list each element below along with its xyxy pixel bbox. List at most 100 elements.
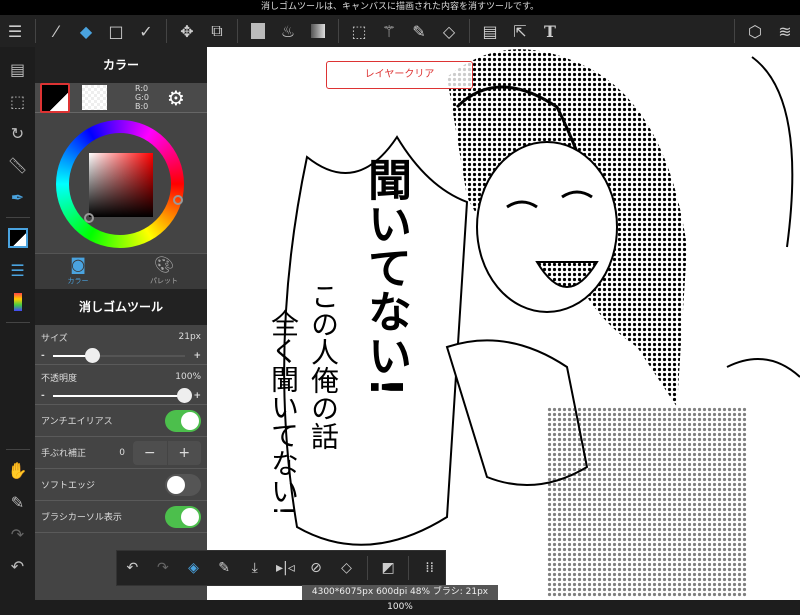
saturation-value-square[interactable] [89, 153, 153, 217]
stabilizer-stepper: − + [133, 440, 202, 465]
color-bar-icon[interactable] [0, 286, 35, 318]
eraser-icon[interactable]: ◆ [71, 15, 101, 47]
text-icon[interactable]: T [535, 15, 565, 47]
layers-icon[interactable]: ≋ [770, 15, 800, 47]
r-value: R:0 [135, 84, 149, 93]
size-slider-knob[interactable] [84, 347, 100, 363]
color-swatch-icon[interactable] [0, 222, 35, 254]
size-slider[interactable] [52, 347, 186, 363]
gear-icon[interactable]: ⚙ [167, 86, 185, 110]
sv-handle[interactable] [84, 213, 94, 223]
antialias-label: アンチエイリアス [41, 417, 113, 427]
foreground-color[interactable] [40, 82, 70, 113]
divider [5, 449, 30, 450]
object-select-icon[interactable]: ⇱ [505, 15, 535, 47]
tool-panel-title: 消しゴムツール [35, 289, 207, 325]
brush-cursor-toggle[interactable] [165, 505, 201, 528]
status-message: 消しゴムツールは、キャンバスに描画された内容を消すツールです。 [0, 0, 800, 15]
size-plus-button[interactable]: + [193, 351, 201, 361]
pages-icon[interactable]: ▤ [0, 53, 35, 85]
clear-icon[interactable]: ◇ [331, 550, 362, 586]
g-value: G:0 [135, 93, 149, 102]
divider [35, 19, 36, 43]
transform-icon[interactable]: ⧉ [202, 15, 232, 47]
redo-icon[interactable]: ↷ [148, 550, 179, 586]
brush-tool-icon[interactable]: ✒ [0, 181, 35, 213]
divider [5, 217, 30, 218]
eyedropper-icon[interactable]: ✎ [0, 486, 35, 518]
magic-wand-icon[interactable]: ⚚ [374, 15, 404, 47]
brush-icon[interactable]: ⁄ [41, 15, 71, 47]
stabilizer-label: 手ぶれ補正 [41, 449, 87, 459]
ruler-icon[interactable]: 📏︎ [0, 149, 35, 181]
stabilizer-plus-button[interactable]: + [168, 441, 202, 465]
divider [338, 19, 339, 43]
stabilizer-minus-button[interactable]: − [133, 440, 168, 465]
correction-icon[interactable]: ✓ [131, 15, 161, 47]
soft-edge-toggle[interactable] [165, 473, 201, 496]
layer-list-icon[interactable]: ☰ [0, 254, 35, 286]
opacity-slider[interactable] [52, 387, 193, 403]
fill-color-icon[interactable] [243, 15, 273, 47]
speech-text-2: この人俺の話 [307, 282, 340, 450]
side-panel: カラー R:0 G:0 B:0 ⚙ ◙ カラー 🎨︎ パレット 消しゴムツール … [35, 47, 207, 600]
palette-icon: 🎨︎ [153, 255, 175, 274]
menu-icon[interactable]: ☰ [0, 15, 30, 47]
color-tab-icon: ◙ [70, 255, 86, 274]
flip-icon[interactable]: ▸|◃ [270, 550, 301, 586]
bucket-icon[interactable]: ♨ [273, 15, 303, 47]
hue-handle[interactable] [173, 195, 183, 205]
tab-palette-label: パレット [150, 277, 178, 285]
speech-text-1: 聞いてない! [360, 157, 411, 398]
toolbar: ☰ ⁄ ◆ □ ✓ ✥ ⧉ ♨ ⬚ ⚚ ✎ ◇ ▤ ⇱ T ⬡ ≋ [0, 15, 800, 47]
rotate-icon[interactable]: ↻ [0, 117, 35, 149]
size-value: 21px [178, 332, 202, 342]
divider [166, 19, 167, 43]
size-minus-button[interactable]: - [41, 351, 45, 361]
divider [734, 19, 735, 43]
opacity-plus-button[interactable]: + [193, 391, 201, 401]
canvas[interactable]: レイヤークリア 聞いてない! この人俺の話 全く聞いてない! [207, 47, 800, 600]
undo-icon[interactable]: ↶ [0, 550, 35, 582]
color-wheel-area [35, 113, 207, 253]
select-eraser-icon[interactable]: ◇ [434, 15, 464, 47]
selection-icon[interactable]: ⬚ [0, 85, 35, 117]
canvas-info: 4300*6075px 600dpi 48% ブラシ: 21px 100% [302, 585, 498, 612]
redo-icon[interactable]: ↷ [0, 518, 35, 550]
divider [408, 556, 410, 580]
shape-icon[interactable]: □ [101, 15, 131, 47]
opacity-minus-button[interactable]: - [41, 391, 45, 401]
soft-edge-label: ソフトエッジ [41, 481, 96, 491]
select-pen-icon[interactable]: ✎ [404, 15, 434, 47]
color-panel-title: カラー [35, 47, 207, 83]
tab-color[interactable]: ◙ カラー [35, 254, 121, 289]
opacity-value: 100% [175, 372, 201, 382]
opacity-label: 不透明度 [41, 373, 78, 384]
left-toolbar: ▤ ⬚ ↻ 📏︎ ✒ ☰ ✋ ✎ ↷ ↶ [0, 47, 35, 600]
select-icon[interactable]: ⬚ [344, 15, 374, 47]
no-snap-icon[interactable]: ⊘ [301, 550, 332, 586]
move-icon[interactable]: ✥ [172, 15, 202, 47]
pen-icon[interactable]: ✎ [209, 550, 240, 586]
transparent-color[interactable] [82, 85, 107, 110]
tab-palette[interactable]: 🎨︎ パレット [121, 254, 207, 289]
grid-dots-icon[interactable]: ⁞⁞ [414, 550, 445, 586]
divider [469, 19, 470, 43]
b-value: B:0 [135, 102, 149, 111]
bottom-toolbar: ↶ ↷ ◈ ✎ ⤓ ▸|◃ ⊘ ◇ ◩ ⁞⁞ [116, 550, 446, 586]
eraser-select-icon[interactable]: ◈ [178, 550, 209, 586]
hand-icon[interactable]: ✋ [0, 454, 35, 486]
opacity-slider-knob[interactable] [177, 387, 193, 403]
layer-clear-button[interactable]: レイヤークリア [326, 61, 473, 89]
import-icon[interactable]: ⤓ [239, 550, 270, 586]
antialias-toggle[interactable] [165, 409, 201, 432]
size-label: サイズ [41, 333, 68, 344]
3d-model-icon[interactable]: ⬡ [740, 15, 770, 47]
speech-text-3: 全く聞いてない! [267, 309, 300, 517]
divider [237, 19, 238, 43]
share-icon[interactable]: ◩ [373, 550, 404, 586]
tab-color-label: カラー [67, 277, 89, 285]
frame-icon[interactable]: ▤ [475, 15, 505, 47]
gradient-icon[interactable] [303, 15, 333, 47]
undo-icon[interactable]: ↶ [117, 550, 148, 586]
